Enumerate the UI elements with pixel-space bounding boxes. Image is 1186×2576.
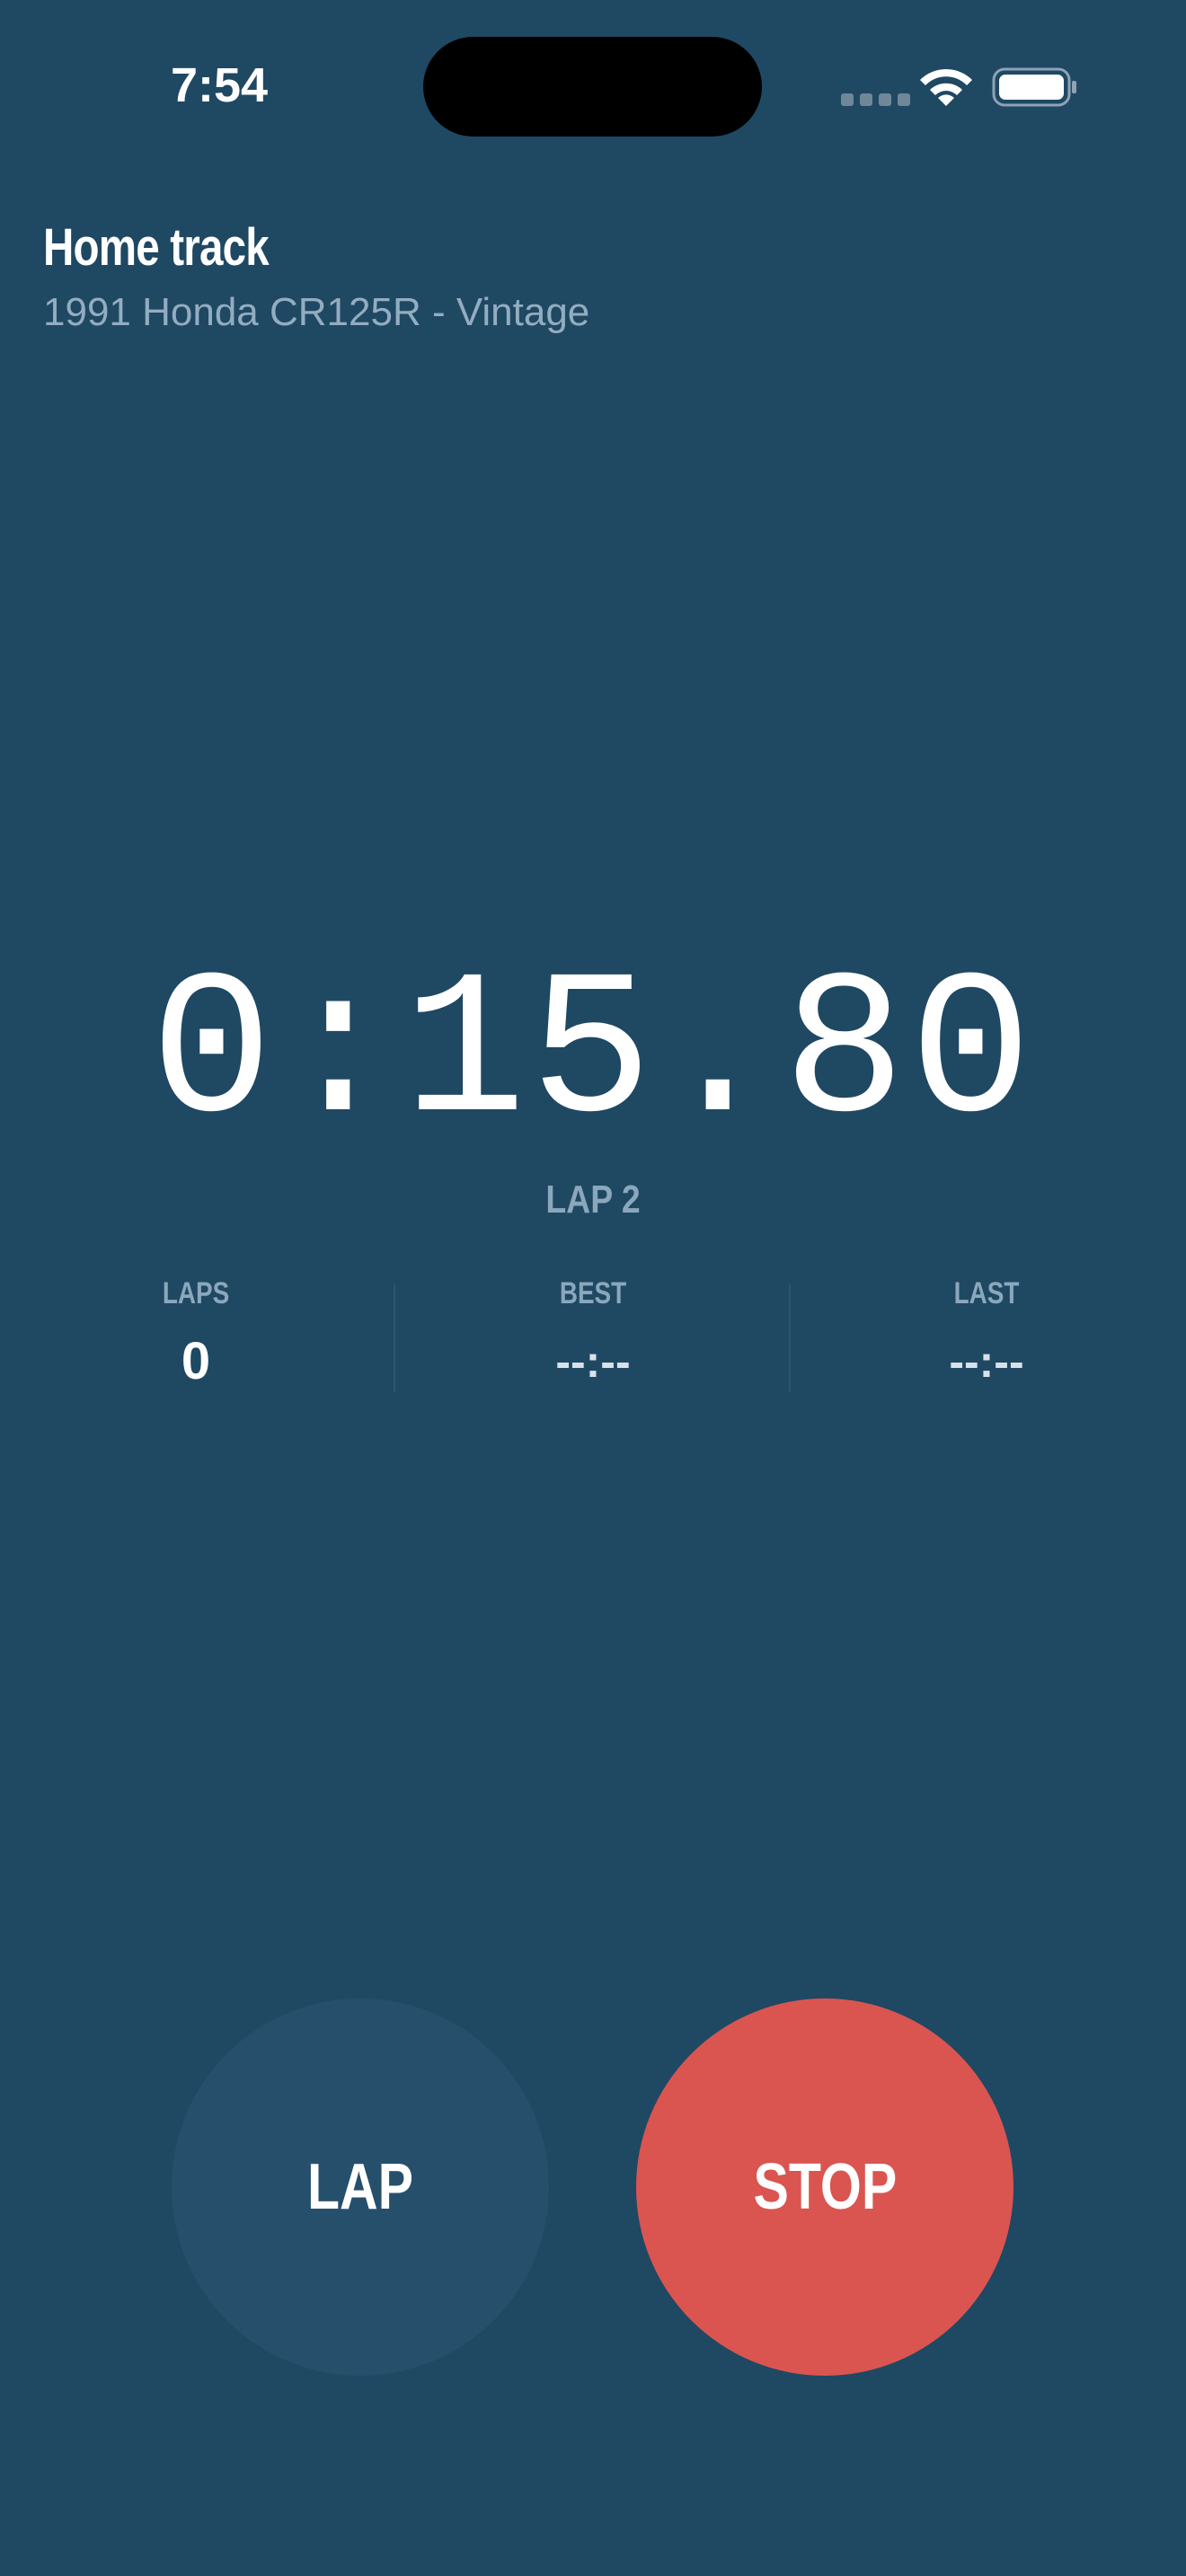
stat-best-label: BEST <box>559 1276 627 1310</box>
stat-last-label: LAST <box>953 1276 1020 1310</box>
bike-subtitle: 1991 Honda CR125R - Vintage <box>43 290 590 334</box>
current-lap-label: LAP 2 <box>545 1178 641 1222</box>
stop-button[interactable]: STOP <box>636 1998 1013 2376</box>
stat-laps: LAPS 0 <box>61 1271 331 1393</box>
stat-best: BEST --:-- <box>458 1271 728 1393</box>
dynamic-island <box>423 37 762 137</box>
stat-last-value: --:-- <box>949 1337 1024 1387</box>
wifi-icon <box>920 68 972 106</box>
lap-stats: LAPS 0 BEST --:-- LAST --:-- <box>0 1271 1186 1406</box>
lap-timer: 0:15.80 <box>150 940 1036 1171</box>
track-title: Home track <box>43 218 270 277</box>
stat-divider <box>789 1284 791 1392</box>
battery-icon <box>992 67 1076 107</box>
lap-button[interactable]: LAP <box>172 1998 549 2376</box>
stat-laps-label: LAPS <box>162 1276 230 1310</box>
stat-best-value: --:-- <box>555 1337 631 1387</box>
stat-laps-value: 0 <box>181 1332 211 1390</box>
stat-divider <box>394 1284 395 1392</box>
signal-dots-icon <box>841 93 910 106</box>
stop-button-label: STOP <box>753 2151 897 2223</box>
status-time: 7:54 <box>171 58 269 112</box>
lap-button-label: LAP <box>306 2151 414 2223</box>
stat-last: LAST --:-- <box>852 1271 1121 1393</box>
